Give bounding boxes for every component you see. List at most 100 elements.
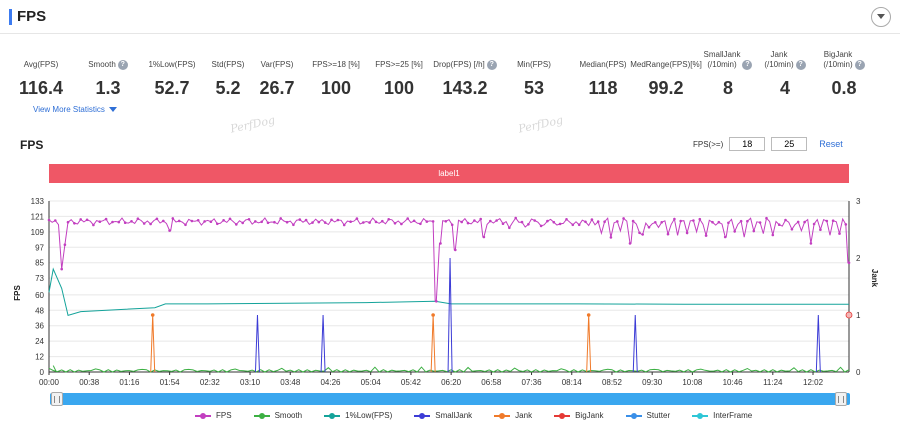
- fps-point: [47, 218, 51, 222]
- fps-point: [247, 218, 251, 221]
- fps-point: [638, 231, 641, 235]
- view-more-statistics-link[interactable]: View More Statistics: [33, 105, 117, 114]
- smalljank-spike: [320, 314, 326, 373]
- fps-point: [711, 220, 714, 224]
- legend-label: Jank: [515, 411, 533, 420]
- fps-point: [603, 220, 606, 223]
- fps-point: [460, 220, 464, 224]
- fps-point: [196, 219, 200, 222]
- fps-point: [838, 232, 841, 235]
- fps-point: [844, 223, 848, 226]
- help-icon[interactable]: ?: [854, 60, 865, 70]
- legend-label: 1%Low(FPS): [345, 411, 393, 420]
- bigjank-marker: [845, 311, 853, 319]
- y-tick-label: 12: [35, 353, 44, 362]
- fps-point: [444, 220, 448, 223]
- legend-label: Stutter: [646, 411, 671, 420]
- fps-point: [520, 220, 524, 224]
- x-tick-label: 07:36: [522, 378, 543, 387]
- jank-spike: [150, 314, 156, 373]
- x-tick-label: 05:04: [361, 378, 382, 387]
- legend-item[interactable]: 1%Low(FPS): [324, 411, 392, 420]
- fps-point: [241, 221, 244, 225]
- slider-left-handle[interactable]: [51, 392, 63, 406]
- legend-item[interactable]: Stutter: [625, 411, 671, 420]
- fps-point: [368, 221, 371, 224]
- fps-point: [425, 220, 429, 223]
- stat-label-text: BigJank (/10min): [823, 50, 853, 69]
- fps-point: [673, 217, 676, 221]
- fps-point: [304, 218, 308, 222]
- slider-right-handle[interactable]: [835, 392, 847, 406]
- y-tick-label: 60: [35, 291, 44, 300]
- y-tick-label: 97: [35, 243, 44, 252]
- fps-threshold-input-2[interactable]: [771, 137, 808, 151]
- fps-point: [111, 220, 114, 224]
- x-tick-label: 01:16: [119, 378, 140, 387]
- fps-point: [355, 217, 359, 220]
- fps-point: [622, 217, 625, 220]
- fps-point: [136, 217, 140, 220]
- fps-point: [454, 248, 457, 252]
- fps-point: [660, 221, 663, 224]
- fps-point: [85, 218, 89, 222]
- x-tick-label: 08:14: [562, 378, 583, 387]
- legend-item[interactable]: Smooth: [253, 411, 302, 420]
- fps-point: [412, 219, 416, 223]
- fps-point: [66, 220, 70, 224]
- fps-point: [177, 219, 181, 223]
- fps-point: [631, 219, 635, 223]
- legend-item[interactable]: SmallJank: [414, 411, 472, 420]
- x-tick-label: 09:30: [642, 378, 663, 387]
- x-tick-label: 03:48: [280, 378, 301, 387]
- fps-point: [431, 220, 435, 223]
- label-bar[interactable]: label1: [49, 164, 849, 183]
- legend-swatch: [414, 412, 431, 420]
- fps-point: [489, 219, 492, 223]
- fps-point: [508, 226, 511, 230]
- chart-legend: FPS Smooth 1%Low(FPS) SmallJank Jank BigJank S…: [195, 411, 774, 420]
- fps-point: [235, 223, 238, 226]
- fps-threshold-input-1[interactable]: [729, 137, 766, 151]
- fps-point: [533, 219, 536, 222]
- legend-item[interactable]: InterFrame: [692, 411, 752, 420]
- fps-point: [596, 220, 600, 223]
- fps-point: [501, 222, 505, 225]
- fps-point: [330, 218, 333, 222]
- y2-axis-title: Jank: [870, 269, 879, 288]
- fps-point: [584, 220, 587, 224]
- fps-point: [450, 223, 454, 227]
- reset-button[interactable]: Reset: [819, 139, 843, 149]
- fps-point: [317, 220, 321, 224]
- collapse-button[interactable]: [871, 7, 891, 27]
- fps-point: [298, 218, 302, 221]
- y-tick-label: 133: [31, 197, 45, 206]
- fps-point: [190, 219, 194, 223]
- legend-item[interactable]: BigJank: [554, 411, 604, 420]
- stat-label-text: Avg(FPS): [23, 60, 59, 69]
- fps-point: [628, 242, 632, 245]
- x-tick-label: 03:10: [240, 378, 261, 387]
- fps-chart[interactable]: 01224364860738597109121133012300:00 00:38…: [0, 188, 900, 388]
- stat-label-text: Jank (/10min): [764, 50, 794, 69]
- fps-point: [435, 300, 438, 303]
- fps-point: [279, 217, 283, 220]
- fps-point: [142, 222, 146, 225]
- fps-point: [777, 223, 781, 226]
- fps-point: [209, 220, 213, 223]
- legend-item[interactable]: Jank: [494, 411, 532, 420]
- fps-point: [439, 242, 442, 245]
- x-tick-label: 10:08: [682, 378, 703, 387]
- fps-point: [482, 235, 486, 239]
- x-tick-label: 08:52: [602, 378, 623, 387]
- filter-label: FPS(>=): [693, 139, 724, 149]
- y-tick-label: 85: [35, 259, 44, 268]
- x-tick-label: 00:38: [79, 378, 100, 387]
- fps-point: [54, 219, 57, 222]
- stat-label-text: Drop(FPS) [/h]: [433, 60, 485, 69]
- fps-point: [216, 222, 219, 226]
- fps-point: [616, 220, 619, 223]
- time-range-slider[interactable]: [50, 392, 850, 406]
- x-tick-label: 06:58: [481, 378, 502, 387]
- legend-item[interactable]: FPS: [195, 411, 232, 420]
